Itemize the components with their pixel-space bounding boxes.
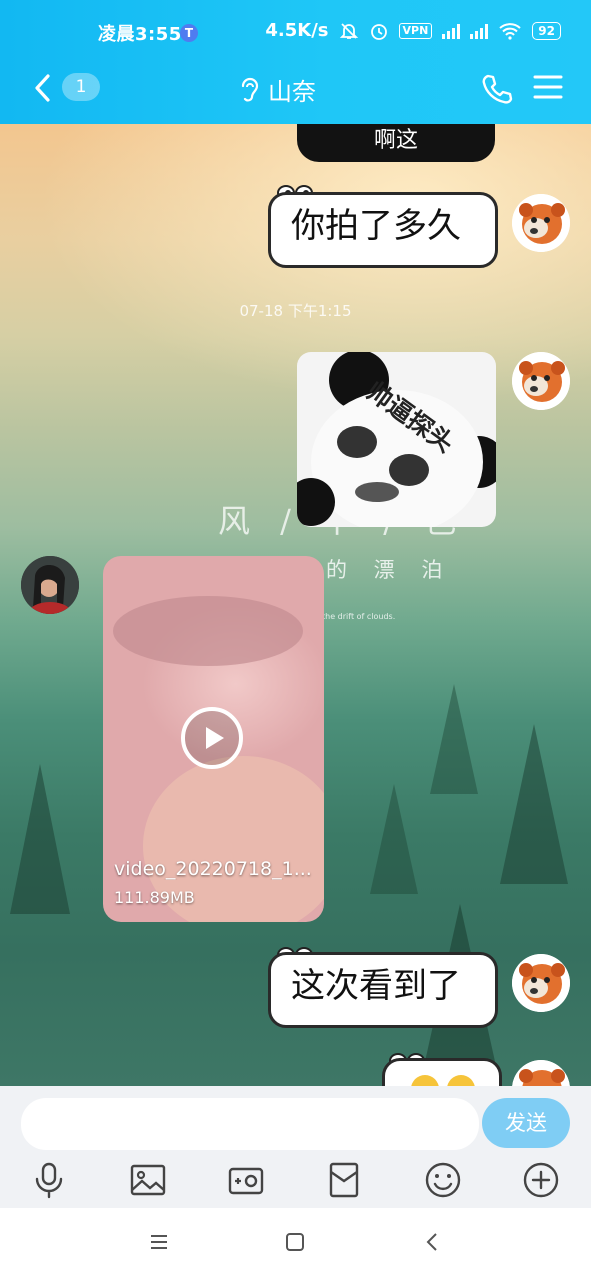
panda-sticker-message[interactable]: 帅逼探头 <box>297 352 496 527</box>
avatar-self[interactable] <box>512 954 570 1012</box>
sticker-message[interactable]: 啊这 <box>297 124 495 162</box>
nav-bar: 1 山奈 <box>0 60 591 124</box>
avatar-self[interactable] <box>512 352 570 410</box>
message-list[interactable]: 风 / 不 / 色 的 漂 泊 the drift of clouds. 啊这 … <box>0 124 591 1086</box>
avatar-contact[interactable] <box>21 556 79 614</box>
back-nav-icon[interactable] <box>421 1230 445 1254</box>
emoji-faces-icon <box>411 1075 475 1086</box>
message-timestamp: 07-18 下午1:15 <box>239 302 352 320</box>
recents-icon[interactable] <box>147 1230 171 1254</box>
phone-icon[interactable] <box>480 72 514 106</box>
emoji-icon[interactable] <box>423 1160 463 1200</box>
system-nav-bar <box>0 1208 591 1280</box>
header: 凌晨3:55 T 4.5K/s VPN 92 1 山奈 <box>0 0 591 124</box>
camera-icon[interactable] <box>226 1160 266 1200</box>
red-packet-icon[interactable] <box>324 1160 364 1200</box>
microphone-icon[interactable] <box>29 1160 69 1200</box>
chat-screen: 凌晨3:55 T 4.5K/s VPN 92 1 山奈 风 / 的 漂 泊 th… <box>0 0 591 1280</box>
signal-icon-2 <box>470 23 489 39</box>
plus-icon[interactable] <box>521 1160 561 1200</box>
status-indicators: 4.5K/s VPN 92 <box>265 20 561 41</box>
mute-bell-icon <box>339 22 358 39</box>
contact-name: 山奈 <box>268 78 316 106</box>
wallpaper-tree <box>370 784 418 894</box>
bear-avatar-icon <box>512 1060 570 1086</box>
wallpaper-tree <box>10 764 70 914</box>
status-time: 凌晨3:55 <box>98 24 182 45</box>
wallpaper-tree <box>430 684 478 794</box>
alarm-icon <box>370 23 387 40</box>
wallpaper-tree <box>500 724 568 884</box>
input-bar: 发送 <box>0 1086 591 1208</box>
bear-avatar-icon <box>512 194 570 252</box>
play-icon[interactable] <box>180 706 244 770</box>
send-button[interactable]: 发送 <box>482 1098 570 1148</box>
chat-title[interactable]: 山奈 <box>238 72 316 107</box>
ear-icon <box>241 77 259 101</box>
avatar-self[interactable] <box>512 1060 570 1086</box>
wallpaper-subtitle: 的 漂 泊 <box>326 558 453 582</box>
message-input[interactable] <box>21 1098 479 1150</box>
video-message[interactable]: video_20220718_1... 111.89MB <box>103 556 324 922</box>
status-app-badge: T <box>180 24 198 42</box>
status-bar: 凌晨3:55 T 4.5K/s VPN 92 <box>0 0 591 64</box>
sticker-text: 啊这 <box>373 128 418 153</box>
battery-indicator: 92 <box>532 21 561 40</box>
video-thumbnail-shape <box>113 596 303 666</box>
image-icon[interactable] <box>128 1160 168 1200</box>
bear-avatar-icon <box>512 352 570 410</box>
emoji-message-partial[interactable] <box>382 1058 502 1086</box>
home-icon[interactable] <box>283 1230 307 1254</box>
panda-face-icon <box>297 352 496 527</box>
message-bubble-outgoing[interactable]: 你拍了多久 <box>268 192 498 268</box>
video-filename: video_20220718_1... <box>114 858 312 880</box>
contact-avatar-photo <box>21 556 79 614</box>
signal-icon <box>442 23 461 39</box>
wifi-icon <box>499 22 521 40</box>
video-size: 111.89MB <box>114 888 195 907</box>
menu-icon[interactable] <box>532 72 564 102</box>
unread-count-badge[interactable]: 1 <box>62 73 100 101</box>
wallpaper-caption: the drift of clouds. <box>322 612 396 621</box>
avatar-self[interactable] <box>512 194 570 252</box>
chevron-left-icon[interactable] <box>28 70 58 106</box>
message-bubble-outgoing[interactable]: 这次看到了 <box>268 952 498 1028</box>
network-speed: 4.5K/s <box>265 20 329 41</box>
vpn-badge: VPN <box>398 22 433 39</box>
bear-avatar-icon <box>512 954 570 1012</box>
